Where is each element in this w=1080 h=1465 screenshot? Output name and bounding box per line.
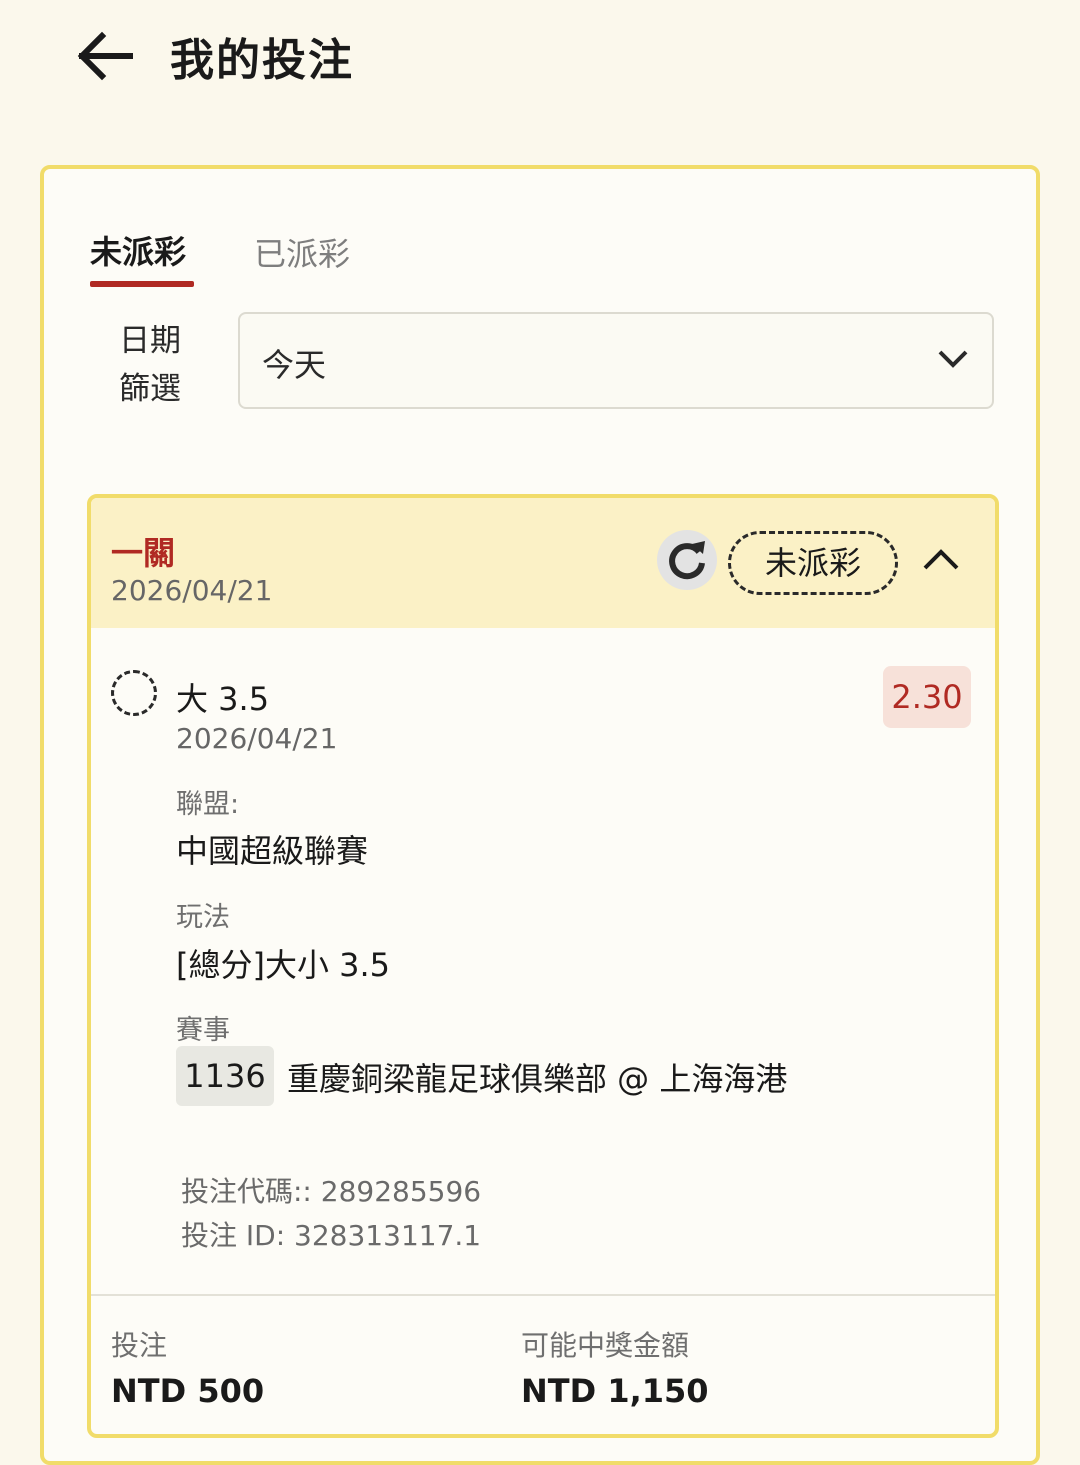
status-badge: 未派彩 bbox=[728, 531, 898, 595]
payout-amount: NTD 1,150 bbox=[521, 1372, 709, 1410]
odds-badge: 2.30 bbox=[883, 666, 971, 728]
bet-slip-header[interactable]: 一關 2026/04/21 未派彩 bbox=[91, 498, 995, 628]
payout-label: 可能中獎金額 bbox=[521, 1329, 690, 1362]
bet-code: 投注代碼:: 289285596 bbox=[181, 1175, 482, 1208]
chevron-down-icon bbox=[938, 350, 968, 368]
date-filter-value: 今天 bbox=[262, 346, 327, 384]
bet-selection: 大 3.5 bbox=[176, 680, 270, 718]
bet-date: 2026/04/21 bbox=[111, 574, 273, 607]
date-filter-select[interactable]: 今天 bbox=[238, 312, 994, 409]
market-value: [總分]大小 3.5 bbox=[176, 946, 391, 984]
divider bbox=[91, 1294, 995, 1296]
page-title: 我的投注 bbox=[170, 35, 354, 86]
refresh-icon bbox=[669, 541, 705, 580]
event-label: 賽事 bbox=[176, 1015, 230, 1046]
match-id-badge: 1136 bbox=[176, 1046, 274, 1106]
bets-panel: 未派彩 已派彩 日期篩選 今天 一關 2026/04/21 未派彩 大 3.5 … bbox=[40, 165, 1040, 1465]
date-filter-label: 日期篩選 bbox=[119, 323, 181, 407]
active-tab-indicator bbox=[90, 281, 194, 287]
refresh-button[interactable] bbox=[657, 530, 717, 590]
top-bar: 我的投注 bbox=[0, 0, 1080, 110]
tab-settled[interactable]: 已派彩 bbox=[254, 229, 350, 275]
tab-unsettled[interactable]: 未派彩 bbox=[90, 227, 186, 273]
stake-amount: NTD 500 bbox=[111, 1372, 265, 1410]
bet-slip-card: 一關 2026/04/21 未派彩 大 3.5 2026/04/21 2.30 … bbox=[87, 494, 999, 1438]
chevron-up-icon[interactable] bbox=[921, 544, 961, 574]
bet-id: 投注 ID: 328313117.1 bbox=[181, 1219, 482, 1252]
stake-label: 投注 bbox=[111, 1329, 168, 1362]
back-button[interactable] bbox=[74, 28, 136, 84]
arrow-left-icon bbox=[77, 31, 133, 81]
match-name: 重慶銅梁龍足球俱樂部 @ 上海海港 bbox=[287, 1060, 788, 1098]
league-value: 中國超級聯賽 bbox=[176, 832, 369, 870]
league-label: 聯盟: bbox=[176, 789, 240, 820]
bet-type: 一關 bbox=[111, 534, 176, 572]
selection-date: 2026/04/21 bbox=[176, 722, 338, 755]
selection-status-icon bbox=[111, 670, 157, 716]
market-label: 玩法 bbox=[176, 902, 230, 933]
